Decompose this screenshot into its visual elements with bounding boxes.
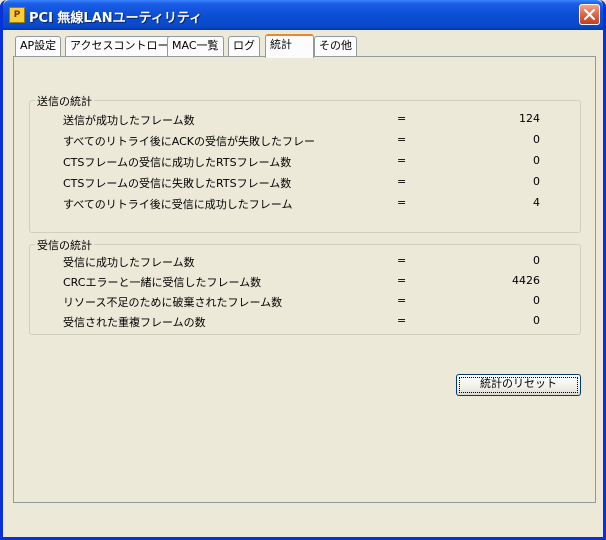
tab-mac-list[interactable]: MAC一覧 (167, 36, 224, 56)
stat-value: 4426 (512, 274, 540, 287)
window-title: PCI 無線LANユーティリティ (29, 11, 203, 26)
send-stats-title: 送信の統計 (35, 93, 94, 109)
close-icon (584, 9, 595, 20)
stat-value: 0 (533, 294, 540, 307)
stat-equals: = (397, 314, 407, 327)
stat-label: CRCエラーと一緒に受信したフレーム数 (63, 276, 262, 289)
stat-row: 送信が成功したフレーム数 = 124 (30, 112, 580, 128)
stat-row: CTSフレームの受信に成功したRTSフレーム数 = 0 (30, 154, 580, 170)
close-button[interactable] (579, 4, 600, 25)
send-stats-group: 送信の統計 送信が成功したフレーム数 = 124 すべてのリトライ後にACKの受… (29, 93, 581, 233)
stat-value: 124 (519, 112, 540, 125)
stat-value: 0 (533, 254, 540, 267)
stat-row: CTSフレームの受信に失敗したRTSフレーム数 = 0 (30, 175, 580, 191)
recv-stats-title: 受信の統計 (35, 237, 94, 253)
stat-value: 0 (533, 154, 540, 167)
stat-value: 0 (533, 133, 540, 146)
stat-label: 受信に成功したフレーム数 (63, 256, 195, 269)
stat-equals: = (397, 154, 407, 167)
stat-label: CTSフレームの受信に失敗したRTSフレーム数 (63, 177, 292, 190)
recv-stats-group: 受信の統計 受信に成功したフレーム数 = 0 CRCエラーと一緒に受信したフレー… (29, 237, 581, 335)
app-window: P PCI 無線LANユーティリティ AP設定 アクセスコントロール MAC一覧… (0, 0, 606, 540)
reset-stats-button[interactable]: 統計のリセット (456, 374, 581, 396)
stat-label: 受信された重複フレームの数 (63, 316, 206, 329)
stat-value: 0 (533, 314, 540, 327)
stat-equals: = (397, 254, 407, 267)
stat-label: すべてのリトライ後にACKの受信が失敗したフレー (63, 135, 316, 148)
stat-row: CRCエラーと一緒に受信したフレーム数 = 4426 (30, 274, 580, 290)
tab-other[interactable]: その他 (314, 36, 357, 56)
tab-log[interactable]: ログ (228, 36, 260, 56)
stat-row: リソース不足のために破棄されたフレーム数 = 0 (30, 294, 580, 310)
stat-label: リソース不足のために破棄されたフレーム数 (63, 296, 283, 309)
stat-label: 送信が成功したフレーム数 (63, 114, 195, 127)
title-bar[interactable]: P PCI 無線LANユーティリティ (3, 0, 603, 30)
stat-row: 受信に成功したフレーム数 = 0 (30, 254, 580, 270)
stat-row: すべてのリトライ後にACKの受信が失敗したフレー = 0 (30, 133, 580, 149)
stat-value: 0 (533, 175, 540, 188)
stat-row: 受信された重複フレームの数 = 0 (30, 314, 580, 330)
stat-label: CTSフレームの受信に成功したRTSフレーム数 (63, 156, 292, 169)
stat-equals: = (397, 112, 407, 125)
statistics-panel: 送信の統計 送信が成功したフレーム数 = 124 すべてのリトライ後にACKの受… (13, 56, 596, 503)
tab-statistics[interactable]: 統計 (265, 34, 314, 58)
wlan-utility-icon: P (9, 7, 25, 23)
stat-equals: = (397, 133, 407, 146)
stat-equals: = (397, 294, 407, 307)
stat-equals: = (397, 274, 407, 287)
stat-label: すべてのリトライ後に受信に成功したフレーム (63, 198, 293, 211)
stat-equals: = (397, 175, 407, 188)
tab-ap-settings[interactable]: AP設定 (15, 36, 62, 56)
stat-row: すべてのリトライ後に受信に成功したフレーム = 4 (30, 196, 580, 212)
stat-equals: = (397, 196, 407, 209)
stat-value: 4 (533, 196, 540, 209)
